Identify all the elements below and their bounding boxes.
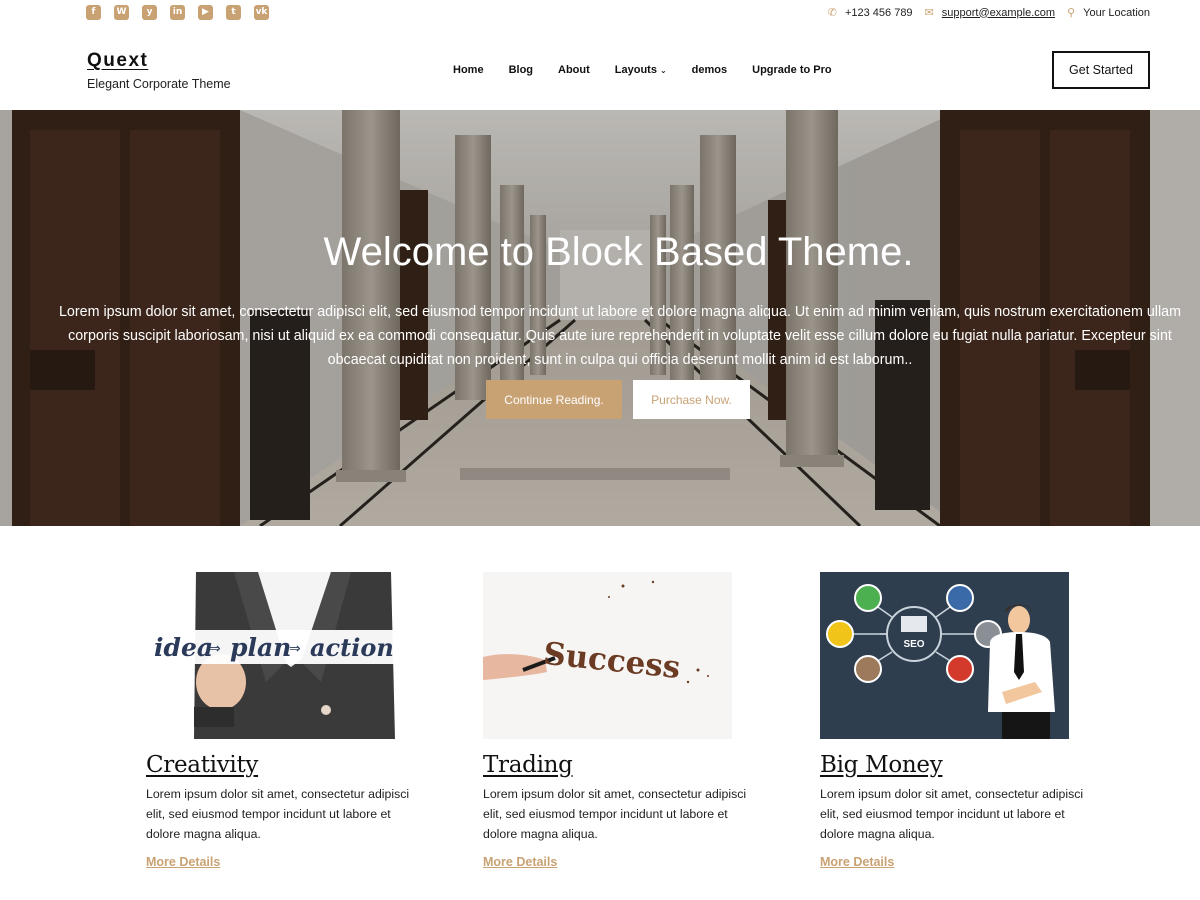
card-description: Lorem ipsum dolor sit amet, consectetur … [483,784,758,844]
site-title[interactable]: Quext [87,50,148,72]
arrow-icon: ⇒ [209,641,221,657]
card-text-line: dolore magna aliqua. [820,827,935,841]
hero-text-line: Lorem ipsum dolor sit amet, consectetur … [58,304,1182,320]
envelope-icon: ✉ [924,6,934,19]
card-image-big-money: SEO [820,572,1069,739]
success-image: Success [483,572,732,739]
card-text-line: dolore magna aliqua. [146,827,261,841]
feature-card-creativity: idea ⇒ plan ⇒ action Creativity Lorem ip… [146,572,436,871]
phone-icon: ✆ [827,6,837,19]
facebook-icon[interactable]: f [86,5,101,20]
nav-item-upgrade[interactable]: Upgrade to Pro [752,64,831,76]
feature-card-big-money: SEO Big Money Lorem ipsum dolor sit amet… [820,572,1110,871]
nav-item-label: Home [453,64,484,76]
site-tagline: Elegant Corporate Theme [87,77,231,91]
hero-description: Lorem ipsum dolor sit amet, consectetur … [20,300,1200,372]
get-started-button[interactable]: Get Started [1052,51,1150,89]
yelp-icon[interactable]: y [142,5,157,20]
card-text-line: Lorem ipsum dolor sit amet, consectetur … [820,787,1084,801]
twitter-icon[interactable]: t [226,5,241,20]
nav-item-about[interactable]: About [558,64,590,76]
nav-item-label: demos [691,64,728,76]
nav-item-home[interactable]: Home [453,64,484,76]
purchase-now-button[interactable]: Purchase Now. [633,380,750,419]
card-title[interactable]: Big Money [820,752,1110,778]
more-details-link[interactable]: More Details [483,855,557,869]
arrow-icon: ⇒ [289,641,301,657]
nav-item-demos[interactable]: demos [692,64,727,76]
businesswoman-image: idea ⇒ plan ⇒ action [146,572,395,739]
continue-reading-button[interactable]: Continue Reading. [486,380,622,419]
card-text-line: elit, sed eiusmod tempor incidunt ut lab… [820,807,1065,821]
hero-text-line: obcaecat cupiditat non proident, sunt in… [327,352,913,368]
card-title[interactable]: Trading [483,752,773,778]
card-text-line: elit, sed eiusmod tempor incidunt ut lab… [146,807,391,821]
youtube-icon[interactable]: ▶ [198,5,213,20]
plan-text: plan [230,633,291,662]
more-details-link[interactable]: More Details [146,855,220,869]
nav-item-label: Blog [508,64,534,76]
card-description: Lorem ipsum dolor sit amet, consectetur … [820,784,1095,844]
more-details-link[interactable]: More Details [820,855,894,869]
nav-item-label: Layouts [614,64,657,76]
nav-item-label: Upgrade to Pro [752,64,832,76]
social-links: f W y in ▶ t vk [86,5,269,20]
card-title[interactable]: Creativity [146,752,436,778]
card-text-line: Lorem ipsum dolor sit amet, consectetur … [146,787,410,801]
card-text-line: dolore magna aliqua. [483,827,598,841]
linkedin-icon[interactable]: in [170,5,185,20]
location-pin-icon: ⚲ [1067,6,1076,19]
nav-item-layouts[interactable]: Layouts ⌄ [615,64,667,76]
chevron-down-icon: ⌄ [659,65,667,75]
hero-text-line: corporis suscipit laboriosam, nisi ut al… [68,328,1172,344]
phone-number: +123 456 789 [844,6,913,19]
location-text: Your Location [1083,6,1150,19]
card-image-creativity: idea ⇒ plan ⇒ action [146,572,395,739]
nav-item-blog[interactable]: Blog [509,64,533,76]
top-bar: f W y in ▶ t vk ✆ +123 456 789 ✉ support… [0,0,1200,28]
email-link[interactable]: support@example.com [942,7,1055,19]
seo-text: SEO [903,639,924,650]
card-text-line: elit, sed eiusmod tempor incidunt ut lab… [483,807,728,821]
seo-diagram-image: SEO [820,572,1069,739]
card-text-line: Lorem ipsum dolor sit amet, consectetur … [483,787,747,801]
main-nav: Home Blog About Layouts ⌄ demos Upgrade t… [453,64,857,76]
feature-card-trading: Success Trading Lorem ipsum dolor sit am… [483,572,773,871]
card-image-trading: Success [483,572,732,739]
idea-text: idea [154,633,213,662]
vk-icon[interactable]: vk [254,5,269,20]
card-description: Lorem ipsum dolor sit amet, consectetur … [146,784,421,844]
action-text: action [310,633,394,662]
nav-item-label: About [558,64,590,76]
wordpress-icon[interactable]: W [114,5,129,20]
hero-section: Welcome to Block Based Theme. Lorem ipsu… [0,110,1200,526]
contact-info: ✆ +123 456 789 ✉ support@example.com ⚲ Y… [828,6,1150,19]
hero-title: Welcome to Block Based Theme. [323,230,914,274]
